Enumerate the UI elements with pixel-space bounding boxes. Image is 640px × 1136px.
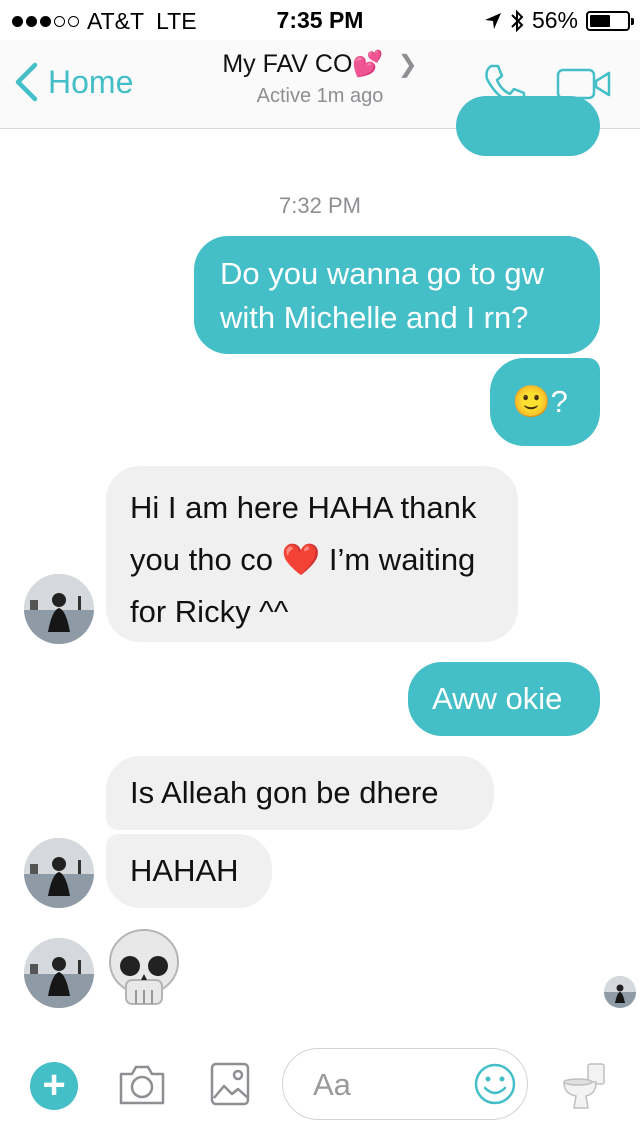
conversation-title[interactable]: My FAV CO 💕 ❯ Active 1m ago [180,50,460,108]
incoming-message-bubble[interactable]: Hi I am here HAHA thank you tho co ❤️ I’… [106,466,518,642]
contact-name: My FAV CO [222,50,353,78]
incoming-message-bubble[interactable]: HAHAH [106,834,272,908]
status-bar: AT&T LTE 7:35 PM 56% [0,0,640,40]
toilet-icon[interactable] [560,1062,608,1110]
back-button[interactable]: Home [14,62,133,102]
back-chevron-icon [15,62,38,102]
incoming-message-bubble[interactable]: Is Alleah gon be dhere [106,756,494,830]
message-timestamp: 7:32 PM [279,193,361,218]
composer-bar: + Aa [0,1036,640,1136]
message-text: HAHAH [130,853,239,888]
outgoing-message-bubble[interactable]: Do you wanna go to gw with Michelle and … [194,236,600,354]
outgoing-message-bubble[interactable]: 🙂? [490,358,600,446]
seen-indicator-avatar [604,976,636,1008]
bluetooth-icon [511,9,524,32]
status-right: 56% [484,7,634,34]
back-label: Home [48,63,134,100]
skull-icon [109,929,179,1005]
battery-icon [586,10,634,31]
title-emoji: 💕 [352,50,384,78]
message-input[interactable]: Aa [282,1048,528,1120]
message-text: 🙂? [512,384,568,419]
battery-percent: 56% [531,7,578,33]
message-text: Is Alleah gon be dhere [130,775,439,810]
image-icon[interactable] [210,1062,250,1106]
avatar[interactable] [24,938,94,1008]
message-text: Aww okie [432,681,563,716]
previous-message-bubble[interactable] [456,96,600,156]
chevron-right-icon: ❯ [397,51,418,78]
plus-icon[interactable]: + [30,1062,78,1110]
battery-fill [590,14,611,27]
smile-icon[interactable] [473,1062,517,1106]
message-input-placeholder: Aa [313,1067,351,1102]
avatar[interactable] [24,574,94,644]
location-arrow-icon [484,12,501,29]
message-text: Hi I am here HAHA thank you tho co ❤️ I’… [130,490,477,629]
outgoing-message-bubble[interactable]: Aww okie [408,662,600,736]
skull-emoji-message[interactable] [106,928,182,1013]
avatar[interactable] [24,838,94,908]
message-text: Do you wanna go to gw with Michelle and … [220,256,544,335]
camera-icon[interactable] [118,1064,166,1106]
active-status: Active 1m ago [256,85,384,107]
